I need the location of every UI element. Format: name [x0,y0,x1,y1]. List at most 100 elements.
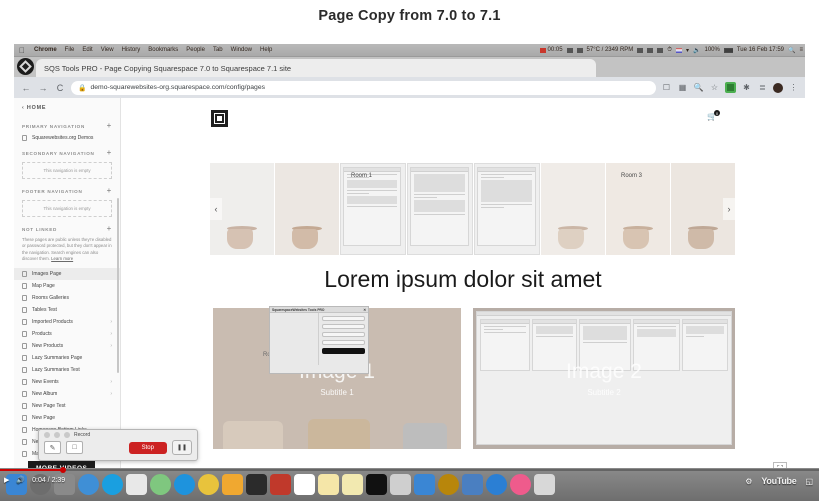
pause-button[interactable]: ❚❚ [171,440,192,455]
macos-dock[interactable] [0,468,819,501]
search-icon[interactable]: 🔍 [693,83,704,92]
cpu-temp-status[interactable]: 57°C / 2349 RPM [585,47,636,53]
pen-icon[interactable]: ✎ [44,441,61,454]
menu-item-bookmarks[interactable]: Bookmarks [144,47,182,53]
sublime-text-icon[interactable] [222,474,243,495]
sidebar-page-item[interactable]: Images Page [14,267,120,280]
chevron-icon[interactable]: › [110,379,112,385]
menu-item-view[interactable]: View [97,47,118,53]
gallery-cell[interactable] [541,163,605,255]
back-button[interactable]: ← [20,83,32,93]
timemachine-icon[interactable]: ⏱ [665,47,674,54]
sidebar-page-item[interactable]: Imported Products › [14,316,120,328]
add-page-button[interactable]: + [107,225,112,233]
image-block-2[interactable]: Image 2 Subtitle 2 [473,308,735,449]
menu-item-file[interactable]: File [61,47,79,53]
flag-icon[interactable] [674,47,684,53]
fullscreen-icon[interactable]: ◱ [805,477,813,486]
puzzle-extension-icon[interactable]: ✱ [741,83,752,92]
profile-avatar-icon[interactable] [773,82,783,93]
chevron-icon[interactable]: › [110,391,112,397]
volume-icon[interactable]: 🔈 [691,47,702,54]
chevron-icon[interactable]: › [110,343,112,349]
tools-panel-close-icon[interactable]: ✕ [363,308,366,312]
screen-recorder-overlay[interactable]: Record ✎ □ Stop ❚❚ [38,429,198,461]
screen-recorder-status[interactable]: 00:05 [538,47,565,53]
sidebar-page-item[interactable]: Products › [14,328,120,340]
display-icon[interactable] [565,47,575,53]
notes-icon[interactable] [318,474,339,495]
calendar-icon[interactable] [294,474,315,495]
spotlight-search-icon[interactable]: 🔍 [786,47,797,54]
signal-icon[interactable] [575,47,585,53]
gallery-cell[interactable]: › [671,163,735,255]
youtube-logo[interactable]: YouTube [761,476,796,486]
gallery-next-button[interactable]: › [723,198,735,220]
video-frame[interactable]:  Chrome File Edit View History Bookmark… [14,44,805,492]
forward-button[interactable]: → [37,83,49,93]
squarespace-tools-extension-icon[interactable] [725,82,736,93]
trash-icon[interactable] [534,474,555,495]
add-page-button[interactable]: + [107,149,112,157]
chrome-icon[interactable] [198,474,219,495]
shopping-cart-icon[interactable]: 🛒 0 [707,110,720,121]
wifi-icon[interactable]: ▾ [684,47,691,54]
sidebar-page-item[interactable]: New Products › [14,340,120,352]
photos-icon[interactable] [126,474,147,495]
sidebar-page-item[interactable]: New Page Test [14,400,120,412]
screenflow-icon[interactable] [462,474,483,495]
sidebar-page-item[interactable]: Lazy Summaries Test [14,364,120,376]
menu-item-window[interactable]: Window [227,47,256,53]
bluetooth-icon[interactable] [655,47,665,53]
gallery-prev-button[interactable]: ‹ [210,198,222,220]
mail-icon[interactable] [414,474,435,495]
menu-item-tab[interactable]: Tab [209,47,227,53]
dropbox-icon[interactable] [645,47,655,53]
play-icon[interactable]: ▶ [4,476,9,484]
sidebar-page-item[interactable]: Tables Test [14,304,120,316]
sidebar-item-demos[interactable]: Squarewebsites.org Demos [14,132,120,144]
tab-list-icon[interactable]: ≣ [757,83,768,92]
gallery-cell-screenshot[interactable] [340,163,406,255]
menu-item-chrome[interactable]: Chrome [30,47,61,53]
chrome-menu-icon[interactable]: ⋮ [788,83,799,92]
gallery-carousel[interactable]: ‹ › [210,163,735,255]
menu-item-help[interactable]: Help [256,47,276,53]
sidebar-home-link[interactable]: ‹ HOME [14,98,120,117]
add-page-button[interactable]: + [107,187,112,195]
notification-center-icon[interactable]: ≡ [797,47,805,53]
chevron-icon[interactable]: › [110,319,112,325]
menubar-clock[interactable]: Tue 16 Feb 17:59 [735,47,786,53]
browser-tab[interactable]: SQS Tools PRO - Page Copying Squarespace… [36,59,596,77]
sidebar-page-item[interactable]: Rooms Galleries [14,292,120,304]
fan-icon[interactable] [635,47,645,53]
reload-button[interactable]: C [54,83,66,93]
sidebar-scrollbar[interactable] [117,198,119,373]
gallery-cell[interactable]: ‹ [210,163,274,255]
sidebar-page-item[interactable]: New Album › [14,388,120,400]
skype-icon[interactable] [102,474,123,495]
stop-button[interactable]: Stop [128,441,167,454]
page-preview[interactable]: 🛒 0 ‹ › Room 1 Room 3 Lorem ipsum dolor … [121,98,805,492]
terminal-icon[interactable] [246,474,267,495]
menu-item-edit[interactable]: Edit [78,47,96,53]
itunes-icon[interactable] [510,474,531,495]
learn-more-link[interactable]: Learn more [51,256,73,261]
squarespace-tools-pro-panel[interactable]: SquarespaceWebsites Tools PRO ✕ [269,306,369,374]
filezilla-icon[interactable] [270,474,291,495]
battery-percent[interactable]: 100% [702,47,721,53]
sidebar-page-item[interactable]: Map Page [14,280,120,292]
stickies-icon[interactable] [342,474,363,495]
app-store-icon[interactable] [78,474,99,495]
volume-icon[interactable]: 🔊 [16,476,25,484]
address-bar[interactable]: 🔒 demo-squarewebsites-org.squarespace.co… [71,80,656,95]
menu-item-people[interactable]: People [182,47,209,53]
activity-monitor-icon[interactable] [366,474,387,495]
bookmark-star-icon[interactable]: ☆ [709,83,720,92]
sidebar-page-item[interactable]: New Page [14,412,120,424]
qr-icon[interactable]: ▦ [677,83,688,92]
preview-icon[interactable] [390,474,411,495]
menu-item-history[interactable]: History [118,47,145,53]
battery-icon[interactable] [722,47,735,53]
maps-icon[interactable] [150,474,171,495]
